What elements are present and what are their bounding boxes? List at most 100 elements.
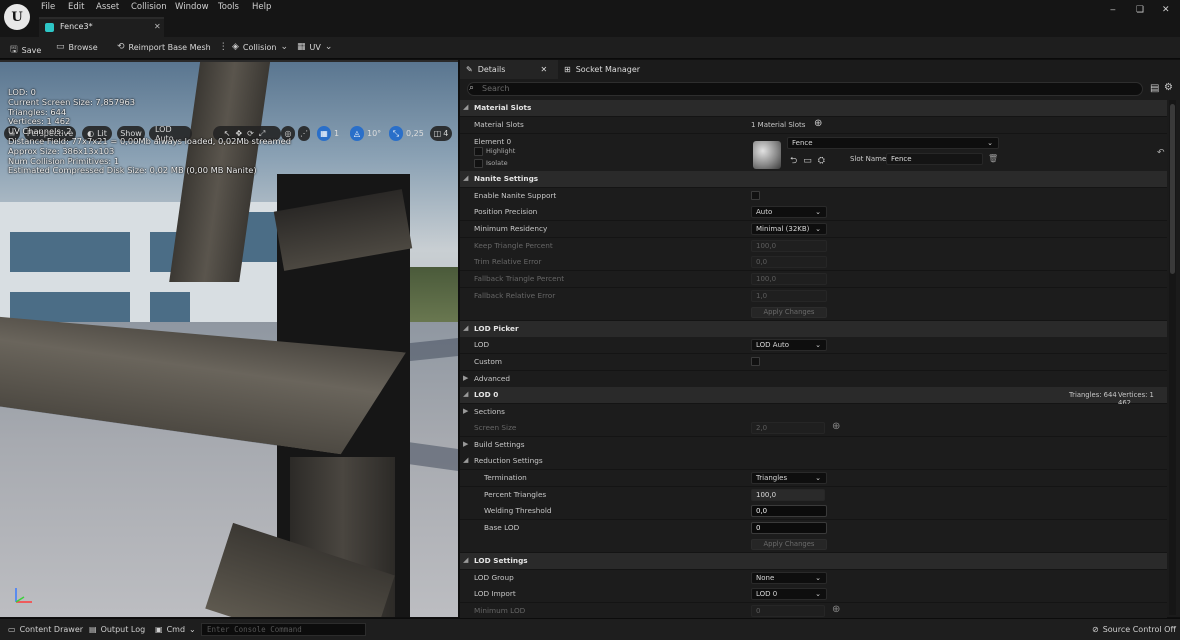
chevron-down-icon: ⌄ [189, 625, 196, 634]
unreal-logo-icon[interactable]: U [4, 4, 30, 30]
chevron-down-icon: ◢ [463, 456, 469, 464]
scale-snap-icon[interactable]: ⤡ [389, 126, 403, 141]
add-slot-icon[interactable]: ⊕ [814, 118, 822, 129]
camera-speed-button[interactable]: ◫ 4 [430, 126, 452, 141]
material-thumbnail[interactable] [753, 141, 781, 169]
reimport-button[interactable]: ⟲ Reimport Base Mesh ⋮ [117, 42, 228, 52]
rotation-snap-icon[interactable]: ◬ [350, 126, 364, 141]
use-selected-icon[interactable]: ⮌ [790, 156, 803, 166]
console-command-input[interactable]: Enter Console Command [201, 623, 366, 636]
menu-tools[interactable]: Tools [218, 2, 239, 13]
delete-icon[interactable]: 🗑 [988, 154, 998, 163]
add-icon[interactable]: ⊕ [832, 421, 840, 432]
chevron-down-icon: ⌄ [815, 590, 821, 598]
custom-checkbox[interactable] [751, 357, 760, 366]
highlight-checkbox[interactable] [474, 147, 483, 156]
browse-button[interactable]: ▭ Browse [56, 42, 98, 52]
chevron-down-icon: ⌄ [815, 341, 821, 349]
output-log-icon: ▤ [89, 625, 97, 634]
chevron-down-icon: ⌄ [280, 42, 288, 52]
title-bar: U File Edit Asset Collision Window Tools… [0, 0, 1180, 37]
lod-group-select[interactable]: None ⌄ [751, 572, 827, 584]
asset-tab-title: Fence3* [60, 22, 93, 31]
termination-select[interactable]: Triangles ⌄ [751, 472, 827, 484]
category-nanite-settings[interactable]: ◢ Nanite Settings [460, 171, 1167, 188]
chevron-down-icon: ◢ [463, 390, 469, 398]
screen-size-input: 2,0 [751, 422, 825, 434]
category-lod-picker[interactable]: ◢ LOD Picker [460, 321, 1167, 338]
cmd-dropdown[interactable]: ▣ Cmd ⌄ [155, 625, 196, 634]
category-lod-settings[interactable]: ◢ LOD Settings [460, 553, 1167, 570]
reset-to-default-icon[interactable]: ↶ [1157, 148, 1165, 158]
row-percent-triangles: Percent Triangles 100,0 [460, 487, 1167, 504]
close-tab-icon[interactable]: ✕ [154, 22, 161, 31]
menu-asset[interactable]: Asset [96, 2, 119, 13]
row-material-slots: Material Slots 1 Material Slots ⊕ [460, 117, 1167, 134]
row-sections[interactable]: ▶ Sections [460, 404, 1167, 421]
row-enable-nanite: Enable Nanite Support [460, 188, 1167, 205]
material-options-icon[interactable]: ⛭ [818, 156, 831, 166]
search-icon: ⌕ [469, 83, 475, 93]
position-precision-select[interactable]: Auto ⌄ [751, 206, 827, 218]
asset-tab[interactable]: Fence3* ✕ [39, 17, 164, 37]
menu-collision[interactable]: Collision [131, 2, 167, 13]
chevron-down-icon: ⌄ [815, 474, 821, 482]
viewport[interactable]: ≡ Perspective ◐ Lit Show LOD Auto ↖ ✥ ⟳ ⤢ ◎ … [0, 60, 458, 617]
enable-nanite-checkbox[interactable] [751, 191, 760, 200]
grid-snap-icon[interactable]: ▦ [317, 126, 331, 141]
source-control-icon: ⊘ [1092, 625, 1099, 634]
terminal-icon: ▣ [155, 625, 163, 634]
lod-import-select[interactable]: LOD 0 ⌄ [751, 588, 827, 600]
more-options-icon[interactable]: ⋮ [219, 42, 228, 52]
menu-help[interactable]: Help [252, 2, 271, 13]
row-build-settings[interactable]: ▶ Build Settings [460, 437, 1167, 454]
material-select[interactable]: Fence ⌄ [787, 137, 999, 149]
collision-menu-button[interactable]: ◈ Collision ⌄ [232, 42, 288, 52]
settings-gear-icon[interactable]: ⚙ [1164, 82, 1173, 93]
tab-socket-manager[interactable]: ⊞ Socket Manager [558, 60, 668, 79]
lod-select[interactable]: LOD Auto ⌄ [751, 339, 827, 351]
grid-snap-value[interactable]: 1 [334, 129, 339, 138]
stat-line: Estimated Compressed Disk Size: 0,02 MB … [8, 165, 257, 176]
chevron-down-icon: ⌄ [987, 139, 993, 147]
scrollbar-thumb[interactable] [1170, 104, 1175, 274]
tab-details[interactable]: ✎ Details ✕ [460, 60, 558, 79]
search-input[interactable]: Search [467, 82, 1143, 96]
close-tab-icon[interactable]: ✕ [540, 65, 547, 74]
maximize-icon[interactable]: ❏ [1136, 5, 1144, 15]
menu-edit[interactable]: Edit [68, 2, 84, 13]
close-window-icon[interactable]: ✕ [1162, 5, 1170, 15]
output-log-button[interactable]: ▤ Output Log [89, 625, 145, 634]
scale-snap-value[interactable]: 0,25 [406, 129, 424, 138]
surface-snap-icon[interactable]: ⋰ [298, 126, 310, 141]
minimum-residency-select[interactable]: Minimal (32KB) ⌄ [751, 223, 827, 235]
row-lod-import: LOD Import LOD 0 ⌄ [460, 586, 1167, 603]
rotation-snap-value[interactable]: 10° [367, 129, 381, 138]
welding-threshold-input[interactable]: 0,0 [751, 505, 827, 517]
add-icon[interactable]: ⊕ [832, 604, 840, 615]
row-reduction-settings[interactable]: ◢ Reduction Settings [460, 453, 1167, 470]
menu-file[interactable]: File [41, 2, 55, 13]
slot-name-label: Slot Name [850, 155, 887, 163]
row-advanced[interactable]: ▶ Advanced [460, 371, 1167, 388]
category-material-slots[interactable]: ◢ Material Slots [460, 100, 1167, 117]
uv-menu-button[interactable]: ▦ UV ⌄ [297, 42, 332, 52]
source-control-button[interactable]: ⊘ Source Control Off [1092, 625, 1176, 634]
view-options-icon[interactable]: ▤ [1150, 83, 1159, 94]
category-lod0[interactable]: ◢ LOD 0 Triangles: 644 Vertices: 1 462 [460, 387, 1167, 407]
save-button[interactable]: 🖫 Save [10, 42, 41, 58]
percent-triangles-input[interactable]: 100,0 [751, 489, 825, 501]
browse-folder-icon[interactable]: ▭ [803, 156, 818, 166]
slot-name-input[interactable]: Fence [886, 153, 983, 165]
content-drawer-button[interactable]: ▭ Content Drawer [8, 625, 83, 634]
material-actions[interactable]: ⮌▭⛭ [790, 153, 831, 169]
menu-window[interactable]: Window [175, 2, 209, 13]
isolate-checkbox[interactable] [474, 159, 483, 168]
nanite-apply-changes-button[interactable]: Apply Changes [751, 307, 827, 318]
lod0-apply-changes-button[interactable]: Apply Changes [751, 539, 827, 550]
details-panel: ✎ Details ✕ ⊞ Socket Manager Search ⌕ ▤ ⚙ … [460, 60, 1180, 620]
details-scrollbar[interactable] [1169, 100, 1176, 615]
row-lod-group: LOD Group None ⌄ [460, 570, 1167, 587]
base-lod-input[interactable]: 0 [751, 522, 827, 534]
minimize-icon[interactable]: ‒ [1110, 5, 1116, 15]
